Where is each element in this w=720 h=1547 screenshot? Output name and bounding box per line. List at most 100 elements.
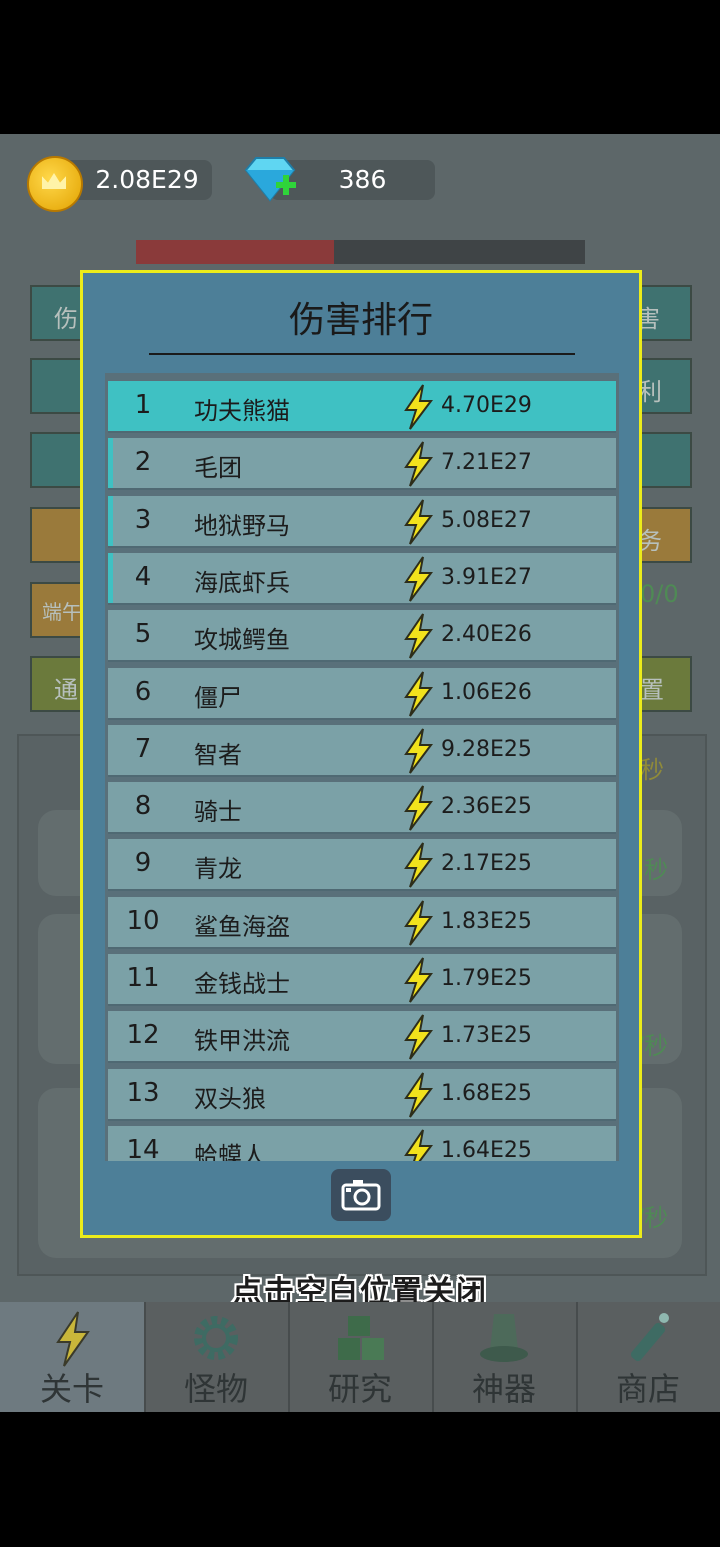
lightning-icon xyxy=(404,785,433,831)
damage-value: 1.79E25 xyxy=(441,966,532,991)
tab-research[interactable]: 研究 xyxy=(288,1302,434,1412)
lightning-icon xyxy=(404,957,433,1003)
tab-stages[interactable]: 关卡 xyxy=(0,1302,146,1412)
tab-artifacts[interactable]: 神器 xyxy=(432,1302,578,1412)
monster-name: 骑士 xyxy=(194,798,242,827)
ranking-list[interactable]: 1 功夫熊猫 4.70E29 2 毛团 7.21E27 3 地狱野马 5.08E27 4 海底虾兵 3… xyxy=(105,373,619,1161)
blocks-icon xyxy=(338,1316,384,1360)
title-divider xyxy=(149,353,575,355)
damage-value: 9.28E25 xyxy=(441,736,532,762)
ranking-row: 6 僵尸 1.06E26 xyxy=(108,667,616,720)
rank-number: 3 xyxy=(134,504,152,535)
bg-stat-text: 0/0 xyxy=(640,580,679,608)
rank-number: 6 xyxy=(134,676,152,707)
rank-number: 13 xyxy=(126,1077,160,1108)
ranking-row: 7 智者 9.28E25 xyxy=(108,724,616,777)
lightning-icon xyxy=(404,842,433,888)
tab-label: 怪物 xyxy=(183,1370,248,1408)
ranking-row: 4 海底虾兵 3.91E27 xyxy=(108,552,616,605)
monster-name: 智者 xyxy=(194,740,242,769)
ranking-row: 11 金钱战士 1.79E25 xyxy=(108,954,616,1006)
bottle-icon xyxy=(630,1313,669,1362)
boss-health-fill xyxy=(136,240,334,264)
damage-value: 1.73E25 xyxy=(441,1023,532,1049)
screenshot-button[interactable] xyxy=(331,1169,391,1221)
game-screen: 2.08E29 386 伤 害 利 务 端午 0/0 通 置 秒 秒 /秒 /秒… xyxy=(0,134,720,1412)
monster-name: 毛团 xyxy=(194,454,242,483)
gear-icon xyxy=(194,1316,238,1360)
monster-name: 青龙 xyxy=(194,855,242,884)
damage-value: 3.91E27 xyxy=(441,564,532,590)
rank-number: 7 xyxy=(134,733,152,764)
ranking-row: 12 铁甲洪流 1.73E25 xyxy=(108,1011,616,1064)
rank-number: 4 xyxy=(134,561,152,592)
monster-name: 功夫熊猫 xyxy=(194,397,290,425)
monster-name: 铁甲洪流 xyxy=(194,1027,290,1056)
bg-button-label: 置 xyxy=(640,676,664,704)
damage-value: 1.83E25 xyxy=(441,908,532,934)
damage-value: 4.70E29 xyxy=(441,393,532,418)
lightning-icon xyxy=(404,499,433,545)
lightning-icon xyxy=(404,670,433,717)
rank-number: 14 xyxy=(126,1134,160,1161)
tab-label: 关卡 xyxy=(39,1370,104,1408)
hat-icon xyxy=(480,1314,528,1362)
monster-name: 海底虾兵 xyxy=(194,568,290,597)
rank-number: 1 xyxy=(134,390,152,420)
ranking-row: 13 双头狼 1.68E25 xyxy=(108,1068,616,1121)
lightning-icon xyxy=(404,613,433,659)
rank-number: 11 xyxy=(126,963,160,993)
dialog-title: 伤害排行 xyxy=(288,300,433,341)
damage-value: 2.17E25 xyxy=(441,851,532,877)
monster-name: 鲨鱼海盗 xyxy=(194,912,290,941)
ranking-row: 5 攻城鳄鱼 2.40E26 xyxy=(108,610,616,663)
camera-icon xyxy=(341,1180,381,1211)
lightning-icon xyxy=(404,1129,433,1161)
tab-monsters[interactable]: 怪物 xyxy=(144,1302,290,1412)
lightning-icon xyxy=(404,384,433,430)
lightning-icon xyxy=(404,1014,433,1060)
monster-name: 蛤蟆人 xyxy=(194,1141,266,1161)
lightning-icon xyxy=(404,556,433,602)
monster-name: 金钱战士 xyxy=(194,970,290,998)
tab-label: 商店 xyxy=(615,1370,680,1408)
tab-label: 神器 xyxy=(471,1370,536,1408)
monster-name: 僵尸 xyxy=(194,683,242,712)
bg-button-label: 伤 xyxy=(54,305,78,333)
lightning-icon xyxy=(404,441,433,487)
monster-name: 地狱野马 xyxy=(194,511,290,540)
damage-ranking-dialog: 伤害排行 1 功夫熊猫 4.70E29 2 毛团 7.21E27 3 地狱野马 5.08E27 4… xyxy=(80,270,642,1238)
damage-value: 1.68E25 xyxy=(441,1080,532,1106)
rank-number: 10 xyxy=(126,905,160,936)
lightning-icon xyxy=(404,728,433,774)
bg-button-label: 通 xyxy=(54,676,78,704)
diamond-plus-icon[interactable] xyxy=(242,156,298,204)
damage-value: 7.21E27 xyxy=(441,450,532,476)
damage-value: 2.36E25 xyxy=(441,794,532,820)
bg-button-label: 端午 xyxy=(42,600,82,624)
rank-number: 5 xyxy=(134,619,152,650)
tab-shop[interactable]: 商店 xyxy=(576,1302,720,1412)
ranking-row: 3 地狱野马 5.08E27 xyxy=(108,495,616,548)
ranking-row: 14 蛤蟆人 1.64E25 xyxy=(108,1125,616,1161)
damage-value: 5.08E27 xyxy=(441,507,532,533)
bg-rate-label: 秒 xyxy=(640,756,664,784)
monster-name: 攻城鳄鱼 xyxy=(194,626,290,655)
lightning-icon xyxy=(56,1311,90,1367)
gem-amount: 386 xyxy=(338,165,387,194)
damage-value: 2.40E26 xyxy=(441,622,532,648)
damage-value: 1.64E25 xyxy=(441,1137,532,1161)
ranking-row: 10 鲨鱼海盗 1.83E25 xyxy=(108,896,616,949)
ranking-row: 9 青龙 2.17E25 xyxy=(108,839,616,892)
ranking-row: 2 毛团 7.21E27 xyxy=(108,438,616,491)
bg-rate-label: 秒 xyxy=(644,856,668,884)
rank-number: 9 xyxy=(134,848,152,879)
tab-label: 研究 xyxy=(327,1370,392,1408)
coin-amount: 2.08E29 xyxy=(95,165,199,194)
lightning-icon xyxy=(404,900,433,946)
rank-number: 2 xyxy=(134,447,152,478)
ranking-row: 1 功夫熊猫 4.70E29 xyxy=(108,381,616,433)
boss-health-bar xyxy=(136,240,585,264)
rank-number: 8 xyxy=(134,791,152,822)
bottom-nav: 关卡 怪物 研究 神器 商店 xyxy=(0,1302,720,1412)
